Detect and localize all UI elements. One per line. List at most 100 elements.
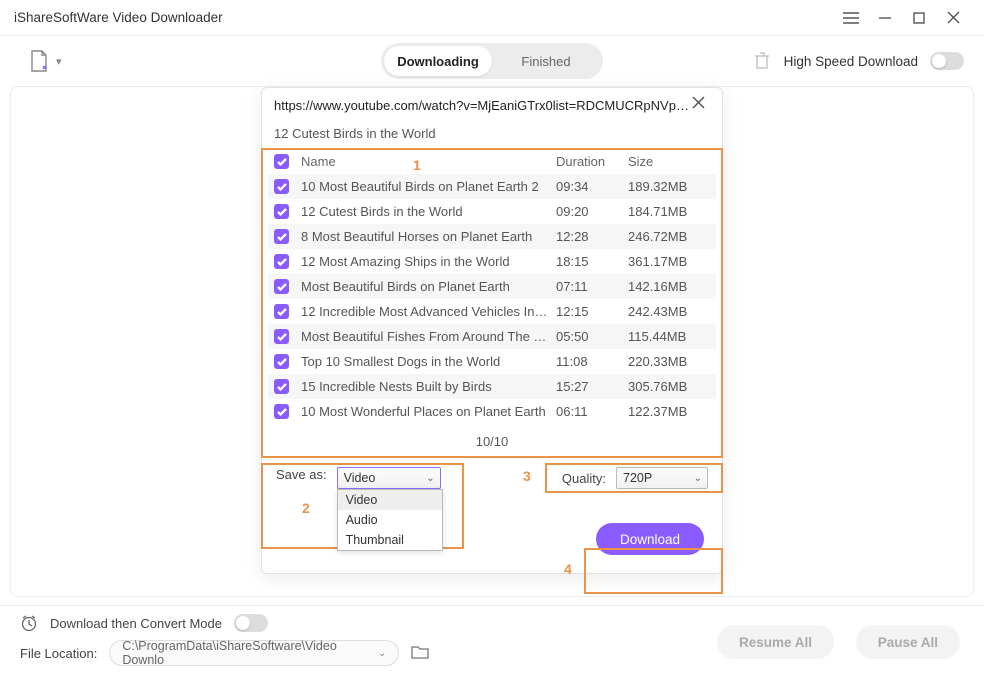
row-size: 361.17MB	[628, 254, 710, 269]
checkbox-icon[interactable]	[274, 229, 289, 244]
minimize-icon[interactable]	[868, 3, 902, 33]
trash-icon[interactable]	[754, 52, 772, 70]
toolbar: ▾ Downloading Finished High Speed Downlo…	[0, 36, 984, 86]
close-panel-icon[interactable]	[692, 96, 710, 114]
tab-downloading[interactable]: Downloading	[384, 46, 492, 76]
table-row[interactable]: Top 10 Smallest Dogs in the World11:0822…	[268, 349, 716, 374]
row-duration: 11:08	[556, 354, 628, 369]
table-row[interactable]: 12 Incredible Most Advanced Vehicles In …	[268, 299, 716, 324]
tab-finished[interactable]: Finished	[492, 46, 600, 76]
option-thumbnail[interactable]: Thumbnail	[338, 530, 442, 550]
row-duration: 12:28	[556, 229, 628, 244]
quality-label: Quality:	[562, 471, 606, 486]
row-name: 15 Incredible Nests Built by Birds	[301, 379, 556, 394]
row-duration: 06:11	[556, 404, 628, 419]
checkbox-icon[interactable]	[274, 179, 289, 194]
app-title: iShareSoftWare Video Downloader	[14, 10, 223, 25]
convert-mode-toggle[interactable]	[234, 614, 268, 632]
col-size: Size	[628, 154, 710, 169]
checkbox-icon[interactable]	[274, 404, 289, 419]
row-size: 142.16MB	[628, 279, 710, 294]
row-size: 189.32MB	[628, 179, 710, 194]
add-file-icon[interactable]	[28, 50, 50, 72]
save-as-label: Save as:	[276, 467, 327, 482]
row-duration: 15:27	[556, 379, 628, 394]
table-row[interactable]: 8 Most Beautiful Horses on Planet Earth1…	[268, 224, 716, 249]
row-duration: 09:20	[556, 204, 628, 219]
clock-icon	[20, 614, 38, 632]
selection-counter: 10/10	[262, 424, 722, 463]
file-location-select[interactable]: C:\ProgramData\iShareSoftware\Video Down…	[109, 640, 399, 666]
pause-all-button[interactable]: Pause All	[856, 625, 960, 659]
option-video[interactable]: Video	[338, 490, 442, 510]
checkbox-icon[interactable]	[274, 304, 289, 319]
annotation-label-2: 2	[302, 500, 310, 516]
row-name: 12 Cutest Birds in the World	[301, 204, 556, 219]
save-as-dropdown: Video Audio Thumbnail	[337, 489, 443, 551]
high-speed-toggle[interactable]	[930, 52, 964, 70]
playlist-title: 12 Cutest Birds in the World	[262, 120, 722, 149]
file-location-label: File Location:	[20, 646, 97, 661]
row-duration: 05:50	[556, 329, 628, 344]
checkbox-icon[interactable]	[274, 279, 289, 294]
col-duration: Duration	[556, 154, 628, 169]
annotation-label-1: 1	[413, 157, 421, 173]
url-text: https://www.youtube.com/watch?v=MjEaniGT…	[274, 98, 692, 113]
row-duration: 18:15	[556, 254, 628, 269]
resume-all-button[interactable]: Resume All	[717, 625, 834, 659]
row-name: 10 Most Beautiful Birds on Planet Earth …	[301, 179, 556, 194]
col-name: Name	[301, 154, 556, 169]
checkbox-icon[interactable]	[274, 254, 289, 269]
bottom-bar: Download then Convert Mode File Location…	[0, 605, 984, 677]
quality-group: Quality: 720P ⌄	[562, 467, 708, 489]
chevron-down-icon: ⌄	[694, 473, 702, 484]
row-size: 122.37MB	[628, 404, 710, 419]
table-row[interactable]: 15 Incredible Nests Built by Birds15:273…	[268, 374, 716, 399]
chevron-down-icon[interactable]: ▾	[56, 55, 62, 68]
row-name: 10 Most Wonderful Places on Planet Earth	[301, 404, 556, 419]
table-row[interactable]: Most Beautiful Fishes From Around The W.…	[268, 324, 716, 349]
close-icon[interactable]	[936, 3, 970, 33]
menu-icon[interactable]	[834, 3, 868, 33]
save-as-group: Save as: Video ⌄ Video Audio Thumbnail	[276, 467, 441, 489]
playlist-table: Name Duration Size 10 Most Beautiful Bir…	[268, 149, 716, 424]
row-size: 220.33MB	[628, 354, 710, 369]
row-size: 242.43MB	[628, 304, 710, 319]
save-as-select[interactable]: Video ⌄ Video Audio Thumbnail	[337, 467, 441, 489]
table-row[interactable]: 10 Most Wonderful Places on Planet Earth…	[268, 399, 716, 424]
row-size: 115.44MB	[628, 329, 710, 344]
titlebar: iShareSoftWare Video Downloader	[0, 0, 984, 36]
high-speed-label: High Speed Download	[784, 54, 918, 69]
quality-select[interactable]: 720P ⌄	[616, 467, 708, 489]
row-size: 184.71MB	[628, 204, 710, 219]
row-name: 12 Incredible Most Advanced Vehicles In …	[301, 304, 556, 319]
playlist-panel: https://www.youtube.com/watch?v=MjEaniGT…	[261, 87, 723, 574]
view-tabs: Downloading Finished	[381, 43, 603, 79]
folder-icon[interactable]	[411, 644, 429, 662]
checkbox-icon[interactable]	[274, 379, 289, 394]
row-name: Most Beautiful Birds on Planet Earth	[301, 279, 556, 294]
option-audio[interactable]: Audio	[338, 510, 442, 530]
row-name: 12 Most Amazing Ships in the World	[301, 254, 556, 269]
download-button[interactable]: Download	[596, 523, 704, 555]
row-duration: 12:15	[556, 304, 628, 319]
row-duration: 07:11	[556, 279, 628, 294]
checkbox-all[interactable]	[274, 154, 289, 169]
annotation-label-3: 3	[523, 468, 531, 484]
chevron-down-icon: ⌄	[378, 648, 386, 659]
table-row[interactable]: 12 Cutest Birds in the World09:20184.71M…	[268, 199, 716, 224]
annotation-label-4: 4	[564, 561, 572, 577]
checkbox-icon[interactable]	[274, 329, 289, 344]
table-row[interactable]: Most Beautiful Birds on Planet Earth07:1…	[268, 274, 716, 299]
table-header: Name Duration Size	[268, 149, 716, 174]
table-row[interactable]: 10 Most Beautiful Birds on Planet Earth …	[268, 174, 716, 199]
row-name: Top 10 Smallest Dogs in the World	[301, 354, 556, 369]
row-duration: 09:34	[556, 179, 628, 194]
convert-mode-label: Download then Convert Mode	[50, 616, 222, 631]
row-name: 8 Most Beautiful Horses on Planet Earth	[301, 229, 556, 244]
row-name: Most Beautiful Fishes From Around The W.…	[301, 329, 556, 344]
maximize-icon[interactable]	[902, 3, 936, 33]
checkbox-icon[interactable]	[274, 354, 289, 369]
table-row[interactable]: 12 Most Amazing Ships in the World18:153…	[268, 249, 716, 274]
checkbox-icon[interactable]	[274, 204, 289, 219]
